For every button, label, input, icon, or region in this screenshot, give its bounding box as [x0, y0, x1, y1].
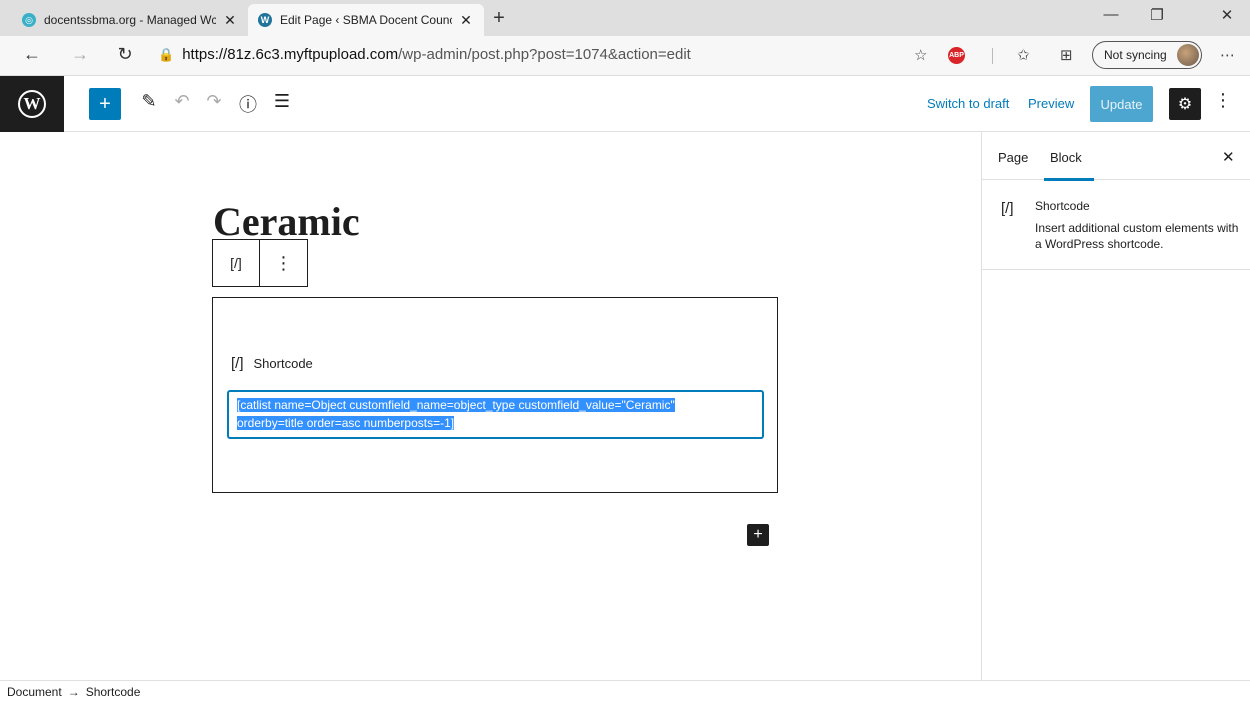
collections-icon[interactable]: ⊞ — [1060, 46, 1073, 64]
shortcode-text-line-1: [catlist name=Object customfield_name=ob… — [237, 398, 675, 412]
update-button[interactable]: Update — [1090, 86, 1153, 122]
edit-tool-icon[interactable]: ✎ — [137, 91, 161, 112]
browser-address-bar: ← → ↻ 🔒 https://81z.6c3.myftpupload.com/w… — [0, 36, 1250, 76]
block-card: [/] Shortcode Insert additional custom e… — [982, 180, 1250, 270]
close-tab-icon[interactable]: ✕ — [222, 12, 238, 29]
shortcode-label-text: Shortcode — [253, 356, 313, 371]
favorites-bar-icon[interactable]: ✩ — [1017, 46, 1030, 64]
redo-icon[interactable]: ↷ — [202, 91, 226, 112]
avatar — [1177, 44, 1199, 66]
breadcrumb-document[interactable]: Document — [7, 685, 62, 699]
undo-icon[interactable]: ↶ — [170, 91, 194, 112]
refresh-icon[interactable]: ↻ — [113, 44, 137, 65]
editor-header: W + ✎ ↶ ↷ ⓘ ☰ Switch to draft Preview Up… — [0, 76, 1250, 132]
sidebar-tabs: Page Block ✕ — [982, 132, 1250, 181]
settings-sidebar: Page Block ✕ [/] Shortcode Insert additi… — [981, 132, 1250, 680]
forward-arrow-icon[interactable]: → — [68, 44, 92, 65]
browser-tab-edit-page[interactable]: W Edit Page ‹ SBMA Docent Counc ✕ — [248, 4, 484, 36]
window-close-button[interactable]: ✕ — [1204, 6, 1250, 24]
add-block-button[interactable]: + — [89, 88, 121, 120]
shortcode-input[interactable]: [catlist name=Object customfield_name=ob… — [228, 391, 763, 438]
shortcode-icon: [/] — [1001, 200, 1014, 217]
browser-tab-bar: ◎ docentssbma.org - Managed Wc ✕ W Edit … — [0, 0, 1250, 36]
block-toolbar: [/] ⋮ — [212, 239, 308, 287]
switch-to-draft-button[interactable]: Switch to draft — [927, 96, 1009, 111]
block-card-description: Insert additional custom elements with a… — [1035, 221, 1239, 251]
wordpress-logo-icon: W — [18, 90, 46, 118]
lock-icon: 🔒 — [158, 47, 175, 62]
new-tab-button[interactable]: + — [488, 7, 510, 30]
shortcode-icon: [/] — [231, 355, 244, 372]
wordpress-favicon-icon: W — [258, 13, 272, 27]
tab-page[interactable]: Page — [998, 150, 1028, 165]
page-title[interactable]: Ceramic — [213, 198, 360, 245]
domain-favicon-icon: ◎ — [22, 13, 36, 27]
preview-button[interactable]: Preview — [1028, 96, 1074, 111]
breadcrumb-shortcode[interactable]: Shortcode — [86, 685, 141, 699]
back-arrow-icon[interactable]: ← — [20, 44, 44, 65]
shortcode-block[interactable]: [/] Shortcode [catlist name=Object custo… — [212, 297, 778, 493]
sync-status-label: Not syncing — [1104, 48, 1167, 62]
settings-gear-icon[interactable]: ⚙ — [1169, 88, 1201, 120]
close-sidebar-icon[interactable]: ✕ — [1222, 148, 1235, 166]
toolbar-divider — [992, 48, 993, 64]
tab-block[interactable]: Block — [1044, 150, 1094, 181]
shortcode-block-label: [/] Shortcode — [231, 355, 313, 372]
editor-canvas: Ceramic [/] ⋮ [/] Shortcode [catlist nam… — [0, 132, 981, 680]
tab-title: docentssbma.org - Managed Wc — [44, 13, 216, 27]
block-card-title: Shortcode — [1035, 199, 1090, 213]
browser-tab-docentssbma[interactable]: ◎ docentssbma.org - Managed Wc ✕ — [12, 4, 248, 36]
minimize-button[interactable]: — — [1088, 6, 1134, 23]
close-tab-icon[interactable]: ✕ — [458, 12, 474, 29]
block-options-icon[interactable]: ⋮ — [260, 240, 307, 286]
breadcrumb: Document → Shortcode — [0, 680, 1250, 703]
url-host: https://81z.6c3.myftpupload.com — [182, 46, 399, 63]
restore-button[interactable]: ❐ — [1134, 6, 1180, 24]
url-field[interactable]: 🔒 https://81z.6c3.myftpupload.com/wp-admi… — [158, 46, 691, 63]
shortcode-block-type-icon[interactable]: [/] — [213, 240, 260, 286]
details-info-icon[interactable]: ⓘ — [236, 91, 260, 117]
tab-title: Edit Page ‹ SBMA Docent Counc — [280, 13, 452, 27]
browser-menu-icon[interactable]: ⋯ — [1220, 46, 1235, 64]
add-favorite-icon[interactable]: ☆ — [914, 46, 927, 64]
breadcrumb-separator: → — [67, 685, 80, 699]
more-options-icon[interactable]: ⋮ — [1214, 90, 1232, 111]
adblock-plus-icon[interactable]: ABP — [948, 47, 965, 64]
block-inserter-button[interactable]: + — [747, 524, 769, 546]
url-path: /wp-admin/post.php?post=1074&action=edit — [398, 46, 691, 63]
outline-list-icon[interactable]: ☰ — [270, 91, 294, 112]
profile-sync-button[interactable]: Not syncing — [1092, 41, 1202, 69]
wordpress-logo-button[interactable]: W — [0, 76, 64, 132]
shortcode-text-line-2: orderby=title order=asc numberposts=-1] — [237, 416, 455, 430]
